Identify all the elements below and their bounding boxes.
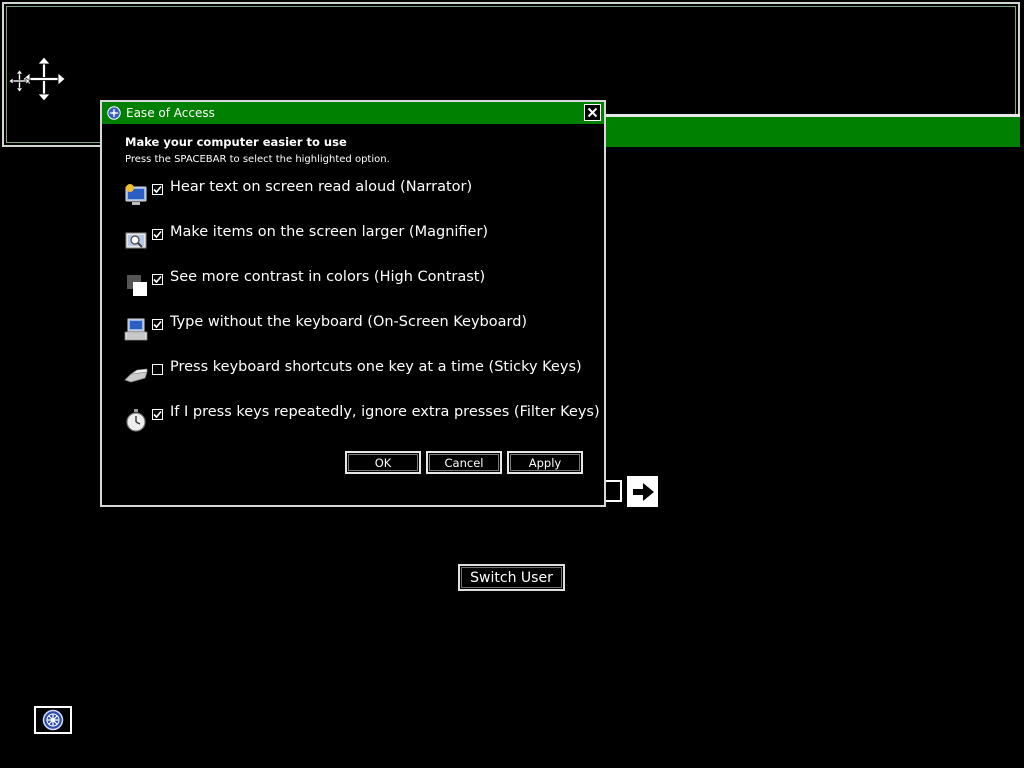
option-sticky-keys[interactable]: Press keyboard shortcuts one key at a ti… [120, 359, 590, 398]
filter-keys-icon [126, 409, 146, 432]
checkmark-icon [153, 320, 162, 329]
narrator-icon [125, 184, 147, 205]
ease-of-access-dialog: Ease of Access Make your computer easier… [100, 100, 606, 507]
dialog-title: Ease of Access [126, 106, 215, 120]
high-contrast-icon [127, 275, 147, 296]
dialog-instructions: Press the SPACEBAR to select the highlig… [125, 154, 390, 165]
apply-button[interactable]: Apply [507, 451, 583, 474]
option-label: Make items on the screen larger (Magnifi… [170, 224, 489, 240]
checkbox-narrator[interactable] [152, 184, 163, 195]
option-label: Press keyboard shortcuts one key at a ti… [170, 359, 582, 375]
cancel-button[interactable]: Cancel [426, 451, 502, 474]
close-button[interactable] [584, 104, 601, 121]
option-label: If I press keys repeatedly, ignore extra… [170, 404, 600, 420]
close-icon [587, 107, 598, 118]
submit-arrow-button[interactable] [627, 476, 658, 507]
magnifier-icon [125, 232, 147, 249]
on-screen-keyboard-icon [124, 318, 148, 341]
logon-screen: Switch User Ease of Access Make your com [0, 0, 1024, 768]
option-label: Type without the keyboard (On-Screen Key… [170, 314, 528, 330]
option-label: Hear text on screen read aloud (Narrator… [170, 179, 473, 195]
checkbox-high-contrast[interactable] [152, 274, 163, 285]
sticky-keys-icon [124, 368, 148, 383]
option-magnifier[interactable]: Make items on the screen larger (Magnifi… [120, 224, 590, 263]
checkmark-icon [153, 275, 162, 284]
checkbox-magnifier[interactable] [152, 229, 163, 240]
background-window-bar [604, 114, 1020, 147]
ease-of-access-button[interactable] [34, 706, 72, 734]
checkbox-sticky-keys[interactable] [152, 364, 163, 375]
switch-user-button[interactable]: Switch User [458, 564, 565, 591]
move-cursor-icon [8, 56, 66, 102]
ease-of-access-icon [42, 709, 64, 731]
checkmark-icon [153, 185, 162, 194]
option-high-contrast[interactable]: See more contrast in colors (High Contra… [120, 269, 590, 308]
checkmark-icon [153, 410, 162, 419]
arrow-right-icon [632, 482, 654, 501]
checkbox-filter-keys[interactable] [152, 409, 163, 420]
dialog-titlebar: Ease of Access [102, 102, 604, 124]
option-narrator[interactable]: Hear text on screen read aloud (Narrator… [120, 179, 590, 218]
option-filter-keys[interactable]: If I press keys repeatedly, ignore extra… [120, 404, 600, 443]
ease-of-access-icon [107, 106, 121, 120]
option-on-screen-keyboard[interactable]: Type without the keyboard (On-Screen Key… [120, 314, 590, 353]
ok-button[interactable]: OK [345, 451, 421, 474]
checkmark-icon [153, 230, 162, 239]
checkbox-on-screen-keyboard[interactable] [152, 319, 163, 330]
option-label: See more contrast in colors (High Contra… [170, 269, 486, 285]
dialog-heading: Make your computer easier to use [125, 135, 347, 149]
